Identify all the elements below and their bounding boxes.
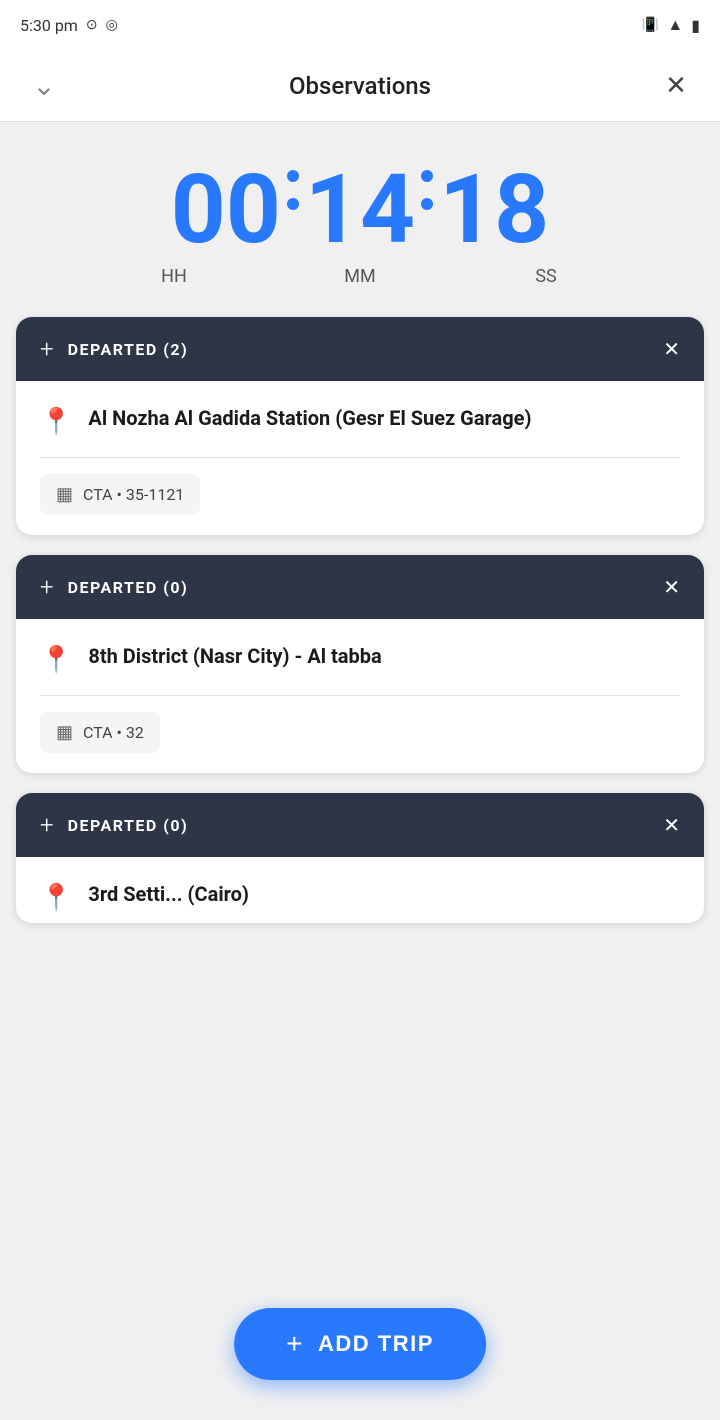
- trip-location-1: 📍 Al Nozha Al Gadida Station (Gesr El Su…: [40, 405, 680, 437]
- grid-icon-1: ▦: [56, 484, 73, 505]
- trip-close-button-2[interactable]: ✕: [663, 575, 680, 599]
- trip-header-left-1: + DEPARTED (2): [40, 335, 188, 363]
- trip-header-left-2: + DEPARTED (0): [40, 573, 188, 601]
- battery-icon: ▮: [691, 16, 700, 35]
- status-bar: 5:30 pm ⊙ ◎ 📳 ▲ ▮: [0, 0, 720, 50]
- trip-header-1: + DEPARTED (2) ✕: [16, 317, 704, 381]
- timer-hours: 00: [171, 162, 281, 258]
- chevron-down-icon: ⌄: [32, 69, 55, 102]
- vibrate-icon: 📳: [642, 17, 659, 33]
- time-display: 5:30 pm: [20, 16, 78, 35]
- timer-label-ss: SS: [476, 266, 616, 287]
- trip-close-button-1[interactable]: ✕: [663, 337, 680, 361]
- trip-location-name-2: 8th District (Nasr City) - Al tabba: [88, 643, 381, 670]
- location-pin-icon-3: 📍: [40, 883, 72, 913]
- location-outline-icon: ◎: [106, 17, 118, 33]
- trip-cta-text-1: CTA • 35-1121: [83, 485, 184, 504]
- location-dot-icon: ⊙: [86, 17, 98, 33]
- trip-card-3: 📍 3rd Setti... (Cairo): [16, 857, 704, 923]
- trip-card-2: 📍 8th District (Nasr City) - Al tabba ▦ …: [16, 619, 704, 773]
- trip-group-1: + DEPARTED (2) ✕ 📍 Al Nozha Al Gadida St…: [16, 317, 704, 535]
- fab-container: + ADD TRIP: [234, 1308, 486, 1380]
- trip-cta-2: ▦ CTA • 32: [40, 712, 160, 753]
- timer-label-hh: HH: [104, 266, 244, 287]
- close-button[interactable]: ✕: [656, 71, 696, 101]
- trip-divider-1: [40, 457, 680, 458]
- status-bar-left: 5:30 pm ⊙ ◎: [20, 16, 118, 35]
- wifi-icon: ▲: [667, 15, 683, 35]
- trip-location-2: 📍 8th District (Nasr City) - Al tabba: [40, 643, 680, 675]
- close-icon: ✕: [665, 71, 687, 101]
- trip-add-button-2[interactable]: +: [40, 573, 54, 601]
- trip-cta-text-2: CTA • 32: [83, 723, 144, 742]
- trip-header-label-1: DEPARTED (2): [68, 340, 189, 359]
- grid-icon-2: ▦: [56, 722, 73, 743]
- timer-seconds: 18: [439, 162, 549, 258]
- trip-header-left-3: + DEPARTED (0): [40, 811, 188, 839]
- trip-header-label-2: DEPARTED (0): [68, 578, 189, 597]
- trip-location-3: 📍 3rd Setti... (Cairo): [40, 881, 680, 913]
- trip-divider-2: [40, 695, 680, 696]
- back-button[interactable]: ⌄: [24, 69, 64, 102]
- timer-display: 00 14 18: [171, 162, 549, 258]
- trip-group-2: + DEPARTED (0) ✕ 📍 8th District (Nasr Ci…: [16, 555, 704, 773]
- location-pin-icon-1: 📍: [40, 407, 72, 437]
- timer-section: 00 14 18 HH MM SS: [0, 122, 720, 317]
- timer-labels: HH MM SS: [20, 266, 700, 287]
- timer-sep-1: [287, 162, 299, 210]
- trip-group-3: + DEPARTED (0) ✕ 📍 3rd Setti... (Cairo): [16, 793, 704, 923]
- trip-add-button-3[interactable]: +: [40, 811, 54, 839]
- trip-close-button-3[interactable]: ✕: [663, 813, 680, 837]
- trip-header-3: + DEPARTED (0) ✕: [16, 793, 704, 857]
- fab-plus-icon: +: [286, 1330, 304, 1358]
- page-title: Observations: [64, 72, 656, 100]
- trip-card-1: 📍 Al Nozha Al Gadida Station (Gesr El Su…: [16, 381, 704, 535]
- trip-header-label-3: DEPARTED (0): [68, 816, 189, 835]
- trip-location-name-3: 3rd Setti... (Cairo): [88, 881, 249, 908]
- trip-cta-1: ▦ CTA • 35-1121: [40, 474, 200, 515]
- add-trip-button[interactable]: + ADD TRIP: [234, 1308, 486, 1380]
- timer-minutes: 14: [305, 162, 415, 258]
- status-bar-right: 📳 ▲ ▮: [642, 15, 700, 35]
- trip-add-button-1[interactable]: +: [40, 335, 54, 363]
- top-bar: ⌄ Observations ✕: [0, 50, 720, 122]
- timer-sep-2: [421, 162, 433, 210]
- location-pin-icon-2: 📍: [40, 645, 72, 675]
- timer-label-mm: MM: [290, 266, 430, 287]
- trips-section: + DEPARTED (2) ✕ 📍 Al Nozha Al Gadida St…: [0, 317, 720, 1043]
- trip-header-2: + DEPARTED (0) ✕: [16, 555, 704, 619]
- trip-location-name-1: Al Nozha Al Gadida Station (Gesr El Suez…: [88, 405, 531, 432]
- fab-label: ADD TRIP: [318, 1331, 434, 1357]
